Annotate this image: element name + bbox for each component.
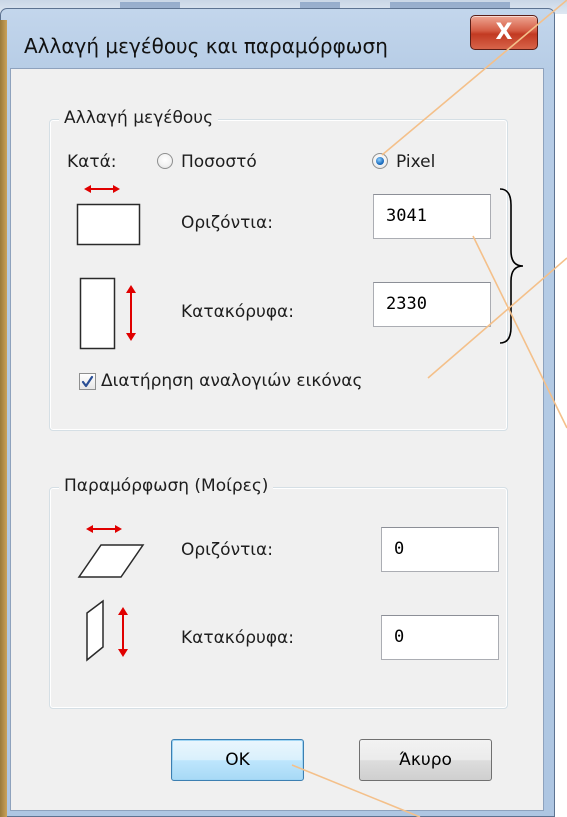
skew-horizontal-input[interactable]: 0 [381,527,499,572]
by-label: Κατά: [67,152,117,172]
brace-annotation [499,188,524,344]
horizontal-resize-icon [76,185,141,246]
horizontal-skew-icon [77,525,145,578]
resize-horizontal-input[interactable]: 3041 [373,194,491,239]
keep-ratio-label[interactable]: Διατήρηση αναλογιών εικόνας [101,370,362,392]
skew-vertical-input[interactable]: 0 [381,615,499,660]
background-window-edge [0,20,7,817]
ok-button[interactable]: OK [171,739,304,781]
dialog-client-area: Αλλαγή μεγέθους Κατά: Ποσοστό Pixel Οριζ… [10,68,544,811]
radio-selected-dot [376,157,384,165]
resize-group-legend: Αλλαγή μεγέθους [59,107,219,129]
skew-group-legend: Παραμόρφωση (Μοίρες) [59,475,274,497]
vertical-skew-icon [86,599,128,662]
close-button[interactable]: X [470,15,538,50]
skew-horizontal-label: Οριζόντια: [181,540,273,560]
pixel-radio[interactable] [372,153,388,169]
skew-vertical-label: Κατακόρυφα: [181,628,294,648]
close-icon: X [495,19,513,45]
dialog-title: Αλλαγή μεγέθους και παραμόρφωση [24,34,388,58]
resize-horizontal-label: Οριζόντια: [181,213,273,233]
cancel-button[interactable]: Άκυρο [359,739,492,781]
resize-vertical-label: Κατακόρυφα: [181,302,294,322]
resize-vertical-input[interactable]: 2330 [373,282,491,327]
percent-label[interactable]: Ποσοστό [181,151,257,173]
percent-radio[interactable] [157,153,173,169]
checkmark-icon [81,375,94,388]
vertical-resize-icon [79,277,136,350]
keep-ratio-checkbox[interactable] [79,373,96,390]
pixel-label[interactable]: Pixel [396,151,435,173]
